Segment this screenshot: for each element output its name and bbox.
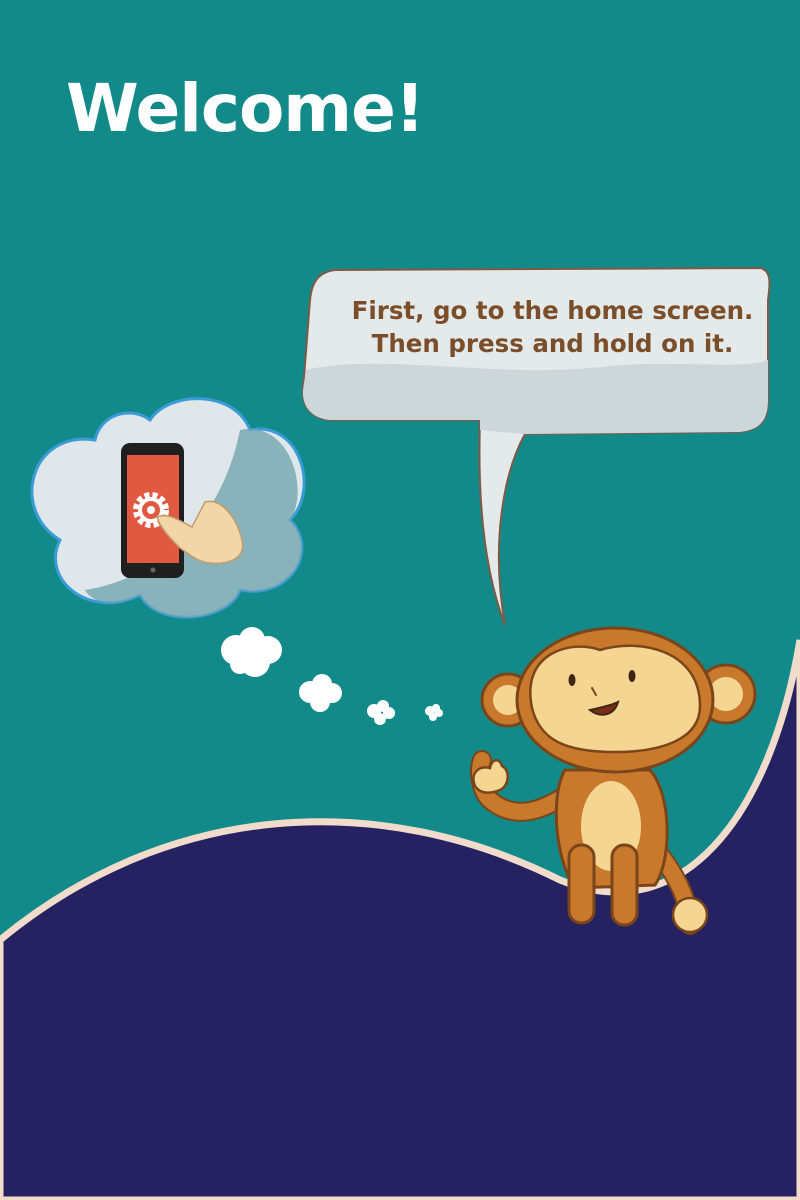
illustration bbox=[30, 266, 771, 935]
speech-line-1: First, go to the home screen. bbox=[351, 296, 754, 325]
speech-bubble-text: First, go to the home screen. Then press… bbox=[330, 294, 775, 360]
thought-puff-small bbox=[367, 700, 395, 725]
thought-puff-tiny bbox=[425, 704, 443, 721]
tutorial-screen: Welcome! First, go to the home screen. T… bbox=[0, 0, 800, 1200]
thought-puff-medium bbox=[299, 674, 342, 712]
monkey-character bbox=[470, 626, 757, 935]
thought-puff-large bbox=[221, 627, 282, 677]
speech-line-2: Then press and hold on it. bbox=[371, 329, 734, 359]
thought-puffs bbox=[221, 627, 443, 725]
